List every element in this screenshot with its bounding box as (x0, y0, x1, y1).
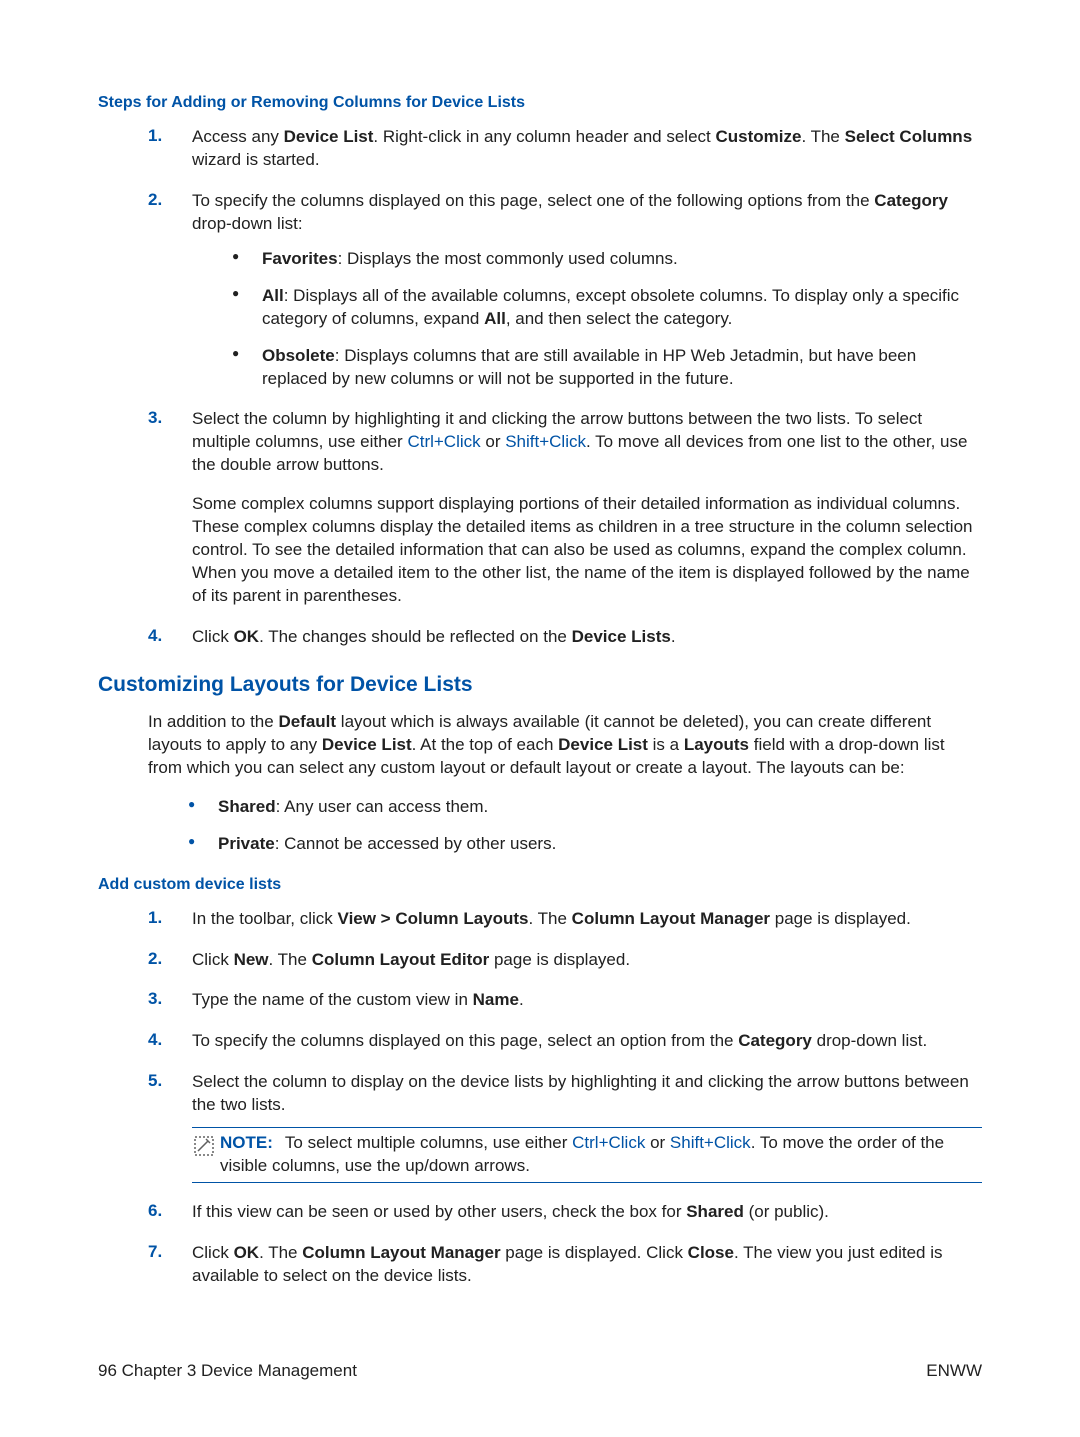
text: : Any user can access them. (276, 797, 489, 816)
key-shift-click: Shift+Click (670, 1133, 751, 1152)
text: . The (529, 909, 572, 928)
text: . The changes should be reflected on the (259, 627, 572, 646)
steps-add-remove-list: Access any Device List. Right-click in a… (148, 126, 982, 649)
text: Click (192, 627, 234, 646)
text: If this view can be seen or used by othe… (192, 1202, 686, 1221)
label: Favorites (262, 249, 338, 268)
text: To specify the columns displayed on this… (192, 191, 874, 210)
text: To select multiple columns, use either (285, 1133, 572, 1152)
acdl-step-4: To specify the columns displayed on this… (148, 1030, 982, 1053)
label: Shared (218, 797, 276, 816)
acdl-step-3: Type the name of the custom view in Name… (148, 989, 982, 1012)
key-ctrl-click: Ctrl+Click (407, 432, 480, 451)
term-ok: OK (234, 1243, 260, 1262)
text: page is displayed. (770, 909, 911, 928)
note-icon (192, 1134, 216, 1158)
term-close: Close (688, 1243, 734, 1262)
term-device-lists: Device Lists (572, 627, 671, 646)
text: or (645, 1133, 670, 1152)
text: page is displayed. Click (501, 1243, 688, 1262)
term-category: Category (738, 1031, 812, 1050)
text: is a (648, 735, 684, 754)
footer-right: ENWW (926, 1361, 982, 1381)
text: page is displayed. (489, 950, 630, 969)
layout-private: Private: Cannot be accessed by other use… (188, 833, 982, 856)
term-select-columns: Select Columns (845, 127, 973, 146)
term-shared: Shared (686, 1202, 744, 1221)
term-device-list: Device List (284, 127, 374, 146)
text: drop-down list. (812, 1031, 927, 1050)
text: : Displays the most commonly used column… (338, 249, 678, 268)
step-4: Click OK. The changes should be reflecte… (148, 626, 982, 649)
text: , and then select the category. (506, 309, 733, 328)
step-3: Select the column by highlighting it and… (148, 408, 982, 608)
text: . The (801, 127, 844, 146)
category-options-list: Favorites: Displays the most commonly us… (232, 248, 982, 391)
acdl-step-1: In the toolbar, click View > Column Layo… (148, 908, 982, 931)
text: drop-down list: (192, 214, 303, 233)
text: : Cannot be accessed by other users. (275, 834, 557, 853)
acdl-step-7: Click OK. The Column Layout Manager page… (148, 1242, 982, 1288)
page-footer: 96 Chapter 3 Device Management ENWW (98, 1361, 982, 1381)
text: . The (269, 950, 312, 969)
term-all: All (484, 309, 506, 328)
label: Private (218, 834, 275, 853)
term-device-list: Device List (558, 735, 648, 754)
text: . Right-click in any column header and s… (373, 127, 715, 146)
note-box: NOTE: To select multiple columns, use eit… (192, 1127, 982, 1183)
text: Click (192, 1243, 234, 1262)
step-2: To specify the columns displayed on this… (148, 190, 982, 391)
text: wizard is started. (192, 150, 320, 169)
term-ok: OK (234, 627, 260, 646)
text: (or public). (744, 1202, 829, 1221)
layout-shared: Shared: Any user can access them. (188, 796, 982, 819)
heading-steps-add-remove: Steps for Adding or Removing Columns for… (98, 94, 982, 112)
opt-favorites: Favorites: Displays the most commonly us… (232, 248, 982, 271)
layout-types-list: Shared: Any user can access them. Privat… (188, 796, 982, 856)
key-shift-click: Shift+Click (505, 432, 586, 451)
acdl-step-2: Click New. The Column Layout Editor page… (148, 949, 982, 972)
footer-left: 96 Chapter 3 Device Management (98, 1361, 357, 1381)
acdl-step-5: Select the column to display on the devi… (148, 1071, 982, 1183)
term-column-layout-editor: Column Layout Editor (312, 950, 490, 969)
heading-add-custom-device-lists: Add custom device lists (98, 876, 982, 894)
term-column-layout-manager: Column Layout Manager (572, 909, 770, 928)
term-default: Default (278, 712, 336, 731)
term-device-list: Device List (322, 735, 412, 754)
text: . The (259, 1243, 302, 1262)
text: . (519, 990, 524, 1009)
text: Access any (192, 127, 284, 146)
key-ctrl-click: Ctrl+Click (572, 1133, 645, 1152)
label: All (262, 286, 284, 305)
term-layouts: Layouts (684, 735, 749, 754)
term-new: New (234, 950, 269, 969)
acdl-step-6: If this view can be seen or used by othe… (148, 1201, 982, 1224)
text: Select the column to display on the devi… (192, 1072, 969, 1114)
term-column-layout-manager: Column Layout Manager (302, 1243, 500, 1262)
step-3-detail: Some complex columns support displaying … (192, 493, 982, 608)
term-customize: Customize (715, 127, 801, 146)
customizing-intro: In addition to the Default layout which … (148, 711, 982, 780)
text: or (481, 432, 506, 451)
heading-customizing-layouts: Customizing Layouts for Device Lists (98, 673, 982, 697)
text: In addition to the (148, 712, 278, 731)
text: To specify the columns displayed on this… (192, 1031, 738, 1050)
text: Click (192, 950, 234, 969)
text: . At the top of each (412, 735, 559, 754)
term-category: Category (874, 191, 948, 210)
opt-obsolete: Obsolete: Displays columns that are stil… (232, 345, 982, 391)
step-1: Access any Device List. Right-click in a… (148, 126, 982, 172)
text: In the toolbar, click (192, 909, 338, 928)
text: Type the name of the custom view in (192, 990, 473, 1009)
add-custom-steps: In the toolbar, click View > Column Layo… (148, 908, 982, 1288)
term-name: Name (473, 990, 519, 1009)
note-label: NOTE: (220, 1133, 273, 1152)
term-view-column-layouts: View > Column Layouts (338, 909, 529, 928)
text: : Displays columns that are still availa… (262, 346, 916, 388)
label: Obsolete (262, 346, 335, 365)
page: Steps for Adding or Removing Columns for… (0, 0, 1080, 1437)
text: . (671, 627, 676, 646)
opt-all: All: Displays all of the available colum… (232, 285, 982, 331)
